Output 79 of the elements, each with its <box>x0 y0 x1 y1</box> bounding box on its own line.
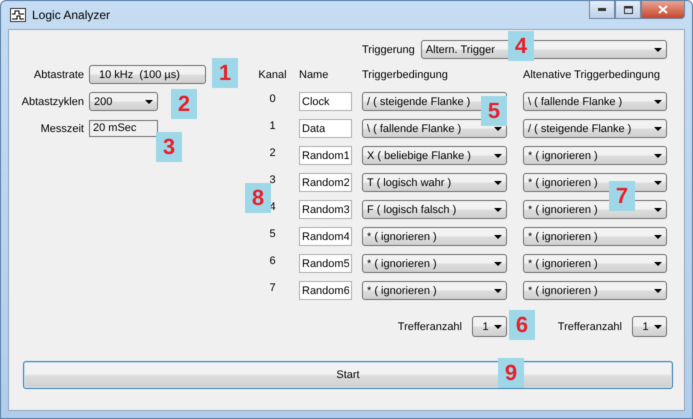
channel-name-field[interactable]: Random3 <box>299 200 352 219</box>
alt-trigger-condition-dropdown[interactable]: * ( ignorieren ) <box>523 254 667 273</box>
callout-number: 5 <box>481 96 507 126</box>
hit-count-label: Trefferanzahl <box>398 320 462 332</box>
trigger-condition-dropdown[interactable]: * ( ignorieren ) <box>362 227 507 246</box>
minimize-icon <box>598 8 606 11</box>
measure-time-field: 20 mSec <box>89 120 158 137</box>
alt-trigger-condition-dropdown[interactable]: * ( ignorieren ) <box>523 146 667 165</box>
dropdown-arrow-icon <box>654 208 662 212</box>
alt-trigger-condition-dropdown[interactable]: * ( ignorieren ) <box>523 281 667 300</box>
trigger-condition-dropdown[interactable]: * ( ignorieren ) <box>362 254 507 273</box>
trigger-condition-dropdown[interactable]: \ ( fallende Flanke ) <box>362 119 507 138</box>
column-header: Triggerbedingung <box>362 68 448 80</box>
channel-number: 0 <box>269 93 276 105</box>
dropdown-arrow-icon <box>654 324 662 328</box>
callout-number: 7 <box>609 181 635 211</box>
channel-number: 7 <box>269 282 276 294</box>
dropdown-arrow-icon <box>654 234 662 238</box>
callout-number: 8 <box>245 183 271 213</box>
channel-name-field[interactable]: Random2 <box>299 173 352 192</box>
dropdown-arrow-icon <box>654 154 662 158</box>
callout-number: 1 <box>212 58 238 88</box>
channel-number: 1 <box>269 120 276 132</box>
channel-number: 2 <box>269 147 276 159</box>
hit-count-label: Trefferanzahl <box>558 320 622 332</box>
callout-number: 6 <box>509 310 535 340</box>
channel-name-field[interactable]: Random6 <box>299 281 352 300</box>
dropdown-arrow-icon <box>494 154 502 158</box>
dropdown-arrow-icon <box>494 126 502 130</box>
dropdown-arrow-icon <box>654 48 662 52</box>
channel-number: 5 <box>269 228 276 240</box>
dropdown-arrow-icon <box>654 180 662 184</box>
dropdown-arrow-icon <box>654 288 662 292</box>
alt-trigger-condition-dropdown[interactable]: \ ( fallende Flanke ) <box>523 92 667 111</box>
dropdown-arrow-icon <box>654 262 662 266</box>
column-header: Altenative Triggerbedingung <box>523 68 660 80</box>
hit-count-dropdown[interactable]: 1 <box>472 316 507 337</box>
trigger-condition-dropdown[interactable]: F ( logisch falsch ) <box>362 200 507 219</box>
callout-number: 2 <box>171 89 197 119</box>
channel-number: 3 <box>269 174 276 186</box>
alt-trigger-condition-dropdown[interactable]: / ( steigende Flanke ) <box>523 119 667 138</box>
sample-rate-label: Abtastrate <box>32 68 85 80</box>
column-header: Kanal <box>258 68 287 80</box>
measure-time-label: Messzeit <box>40 122 85 134</box>
hit-count-dropdown[interactable]: 1 <box>632 316 667 337</box>
channel-name-field[interactable]: Random4 <box>299 227 352 246</box>
sample-cycles-dropdown[interactable]: 200 <box>89 92 158 111</box>
trigger-condition-dropdown[interactable]: T ( logisch wahr ) <box>362 173 507 192</box>
callout-number: 4 <box>508 31 534 61</box>
close-icon <box>658 5 668 14</box>
dropdown-arrow-icon <box>494 208 502 212</box>
minimize-button[interactable] <box>589 1 615 19</box>
dropdown-arrow-icon <box>494 234 502 238</box>
dropdown-arrow-icon <box>494 262 502 266</box>
maximize-button[interactable] <box>615 1 641 19</box>
waveform-icon <box>10 8 26 22</box>
channel-name-field[interactable]: Random5 <box>299 254 352 273</box>
callout-number: 3 <box>156 132 182 162</box>
callout-number: 9 <box>498 358 524 388</box>
dropdown-arrow-icon <box>494 180 502 184</box>
channel-name-field[interactable]: Clock <box>299 92 352 111</box>
column-header: Name <box>299 68 328 80</box>
dropdown-arrow-icon <box>494 324 502 328</box>
channel-number: 6 <box>269 255 276 267</box>
dropdown-arrow-icon <box>145 100 153 104</box>
dropdown-arrow-icon <box>654 126 662 130</box>
alt-trigger-condition-dropdown[interactable]: * ( ignorieren ) <box>523 227 667 246</box>
channel-name-field[interactable]: Data <box>299 119 352 138</box>
dropdown-arrow-icon <box>494 288 502 292</box>
window-title: Logic Analyzer <box>32 8 110 22</box>
trigger-condition-dropdown[interactable]: * ( ignorieren ) <box>362 281 507 300</box>
trigger-condition-dropdown[interactable]: X ( beliebige Flanke ) <box>362 146 507 165</box>
maximize-icon <box>624 6 632 14</box>
sample-rate-button[interactable]: 10 kHz (100 µs) <box>89 65 206 84</box>
close-button[interactable] <box>641 1 685 19</box>
dropdown-arrow-icon <box>654 100 662 104</box>
triggering-label: Triggerung <box>362 44 415 56</box>
channel-name-field[interactable]: Random1 <box>299 146 352 165</box>
sample-cycles-label: Abtastzyklen <box>20 96 85 108</box>
